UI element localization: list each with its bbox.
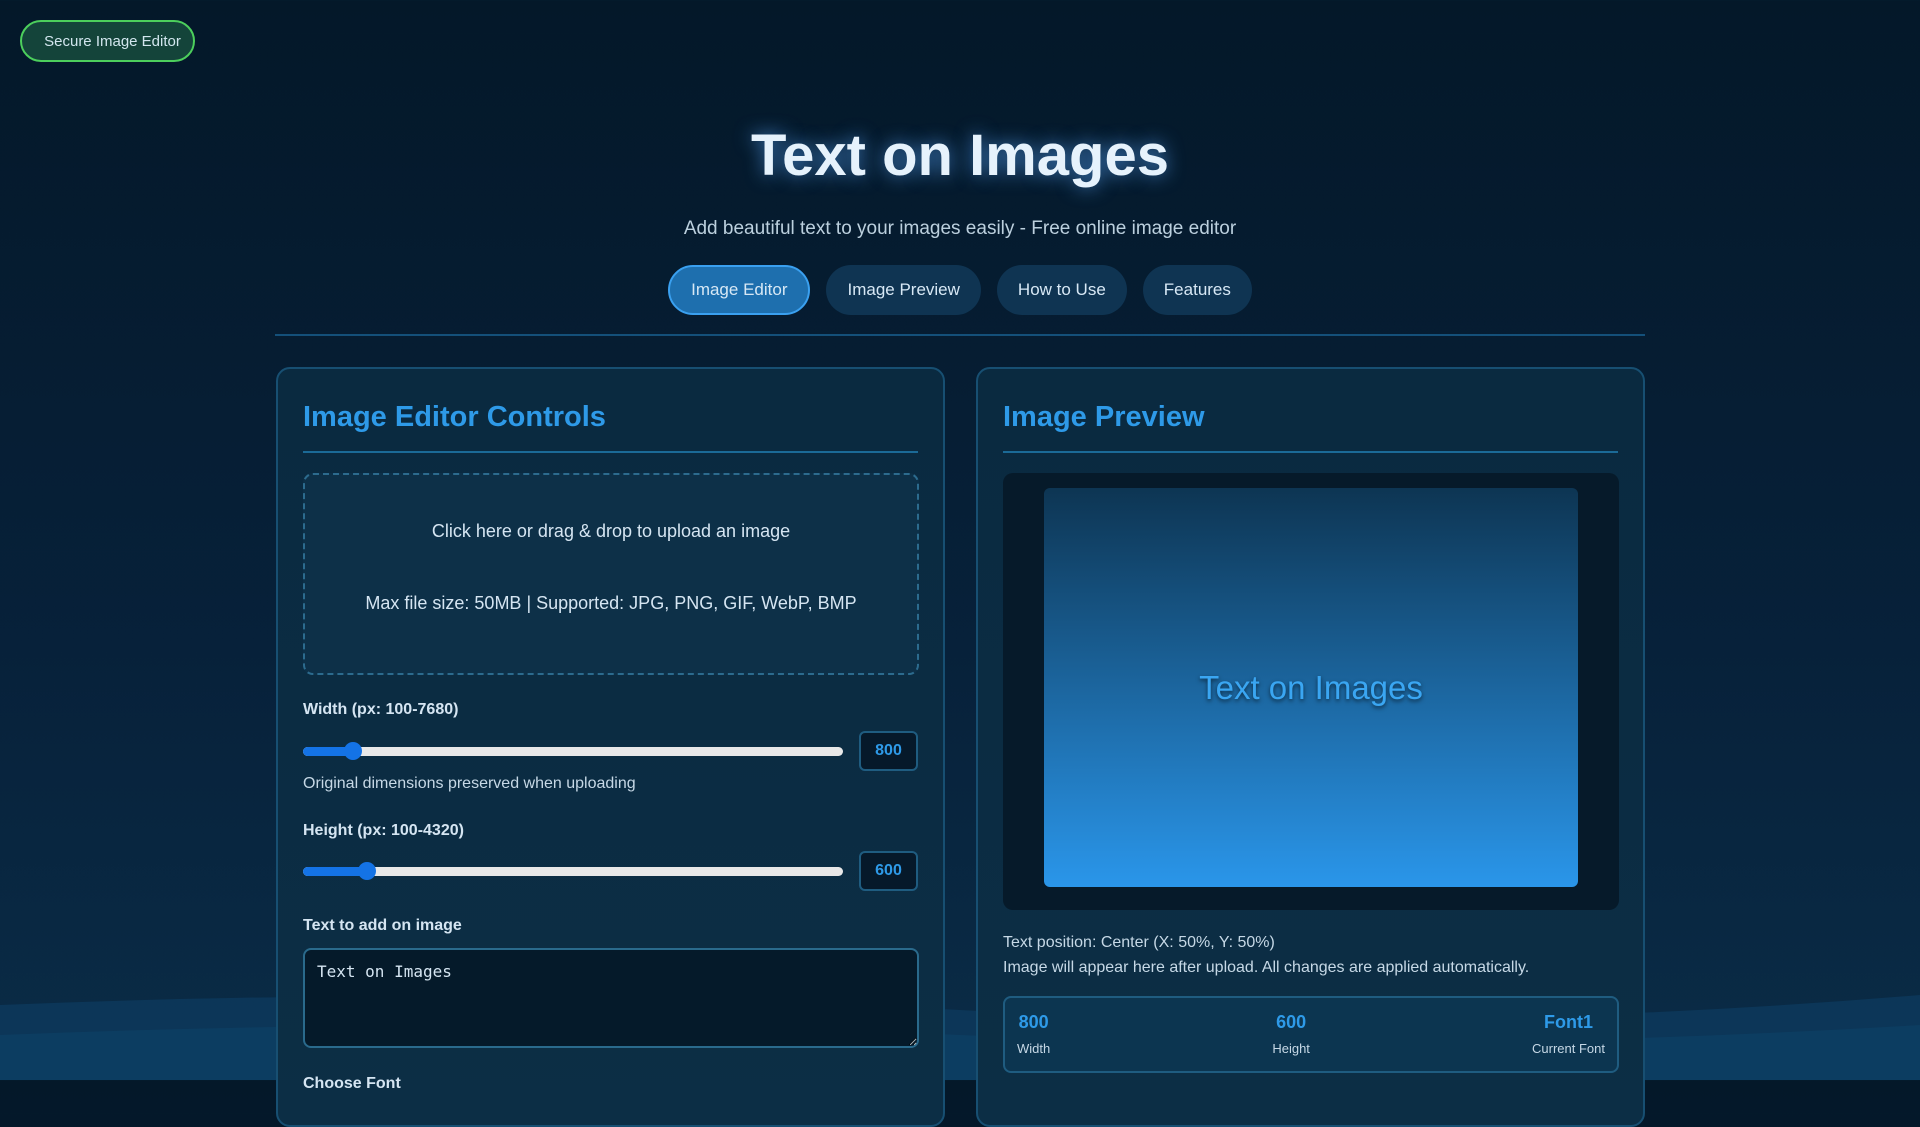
editor-controls-panel: Image Editor Controls Click here or drag… [276, 367, 945, 1127]
heading-divider [1003, 451, 1618, 453]
page-subtitle: Add beautiful text to your images easily… [683, 218, 1237, 239]
slider-thumb[interactable] [357, 862, 376, 880]
stat-value: 800 [1018, 1012, 1049, 1032]
upload-limits: Max file size: 50MB | Supported: JPG, PN… [365, 593, 857, 613]
stats-box: 800 Width 600 Height Font1 Current Font [1003, 996, 1619, 1073]
panel-heading: Image Editor Controls [303, 401, 606, 433]
preview-canvas[interactable]: Text on Images [1044, 488, 1578, 887]
upload-instruction: Click here or drag & drop to upload an i… [431, 521, 791, 541]
height-slider[interactable] [303, 862, 843, 880]
text-position: Text position: Center (X: 50%, Y: 50%) [1003, 934, 1275, 951]
stat-height: 600 Height [1272, 1012, 1310, 1071]
heading-divider [303, 451, 918, 453]
secure-badge[interactable]: Secure Image Editor [20, 20, 195, 62]
tab-how-to-use[interactable]: How to Use [996, 265, 1127, 315]
tab-image-preview[interactable]: Image Preview [826, 265, 981, 315]
stat-label: Height [1272, 1041, 1310, 1056]
preview-frame: Text on Images [1003, 473, 1619, 910]
tab-features[interactable]: Features [1142, 265, 1252, 315]
text-input[interactable]: Text on Images [303, 948, 919, 1048]
stat-label: Width [1017, 1041, 1051, 1056]
stat-font: Font1 Current Font [1532, 1012, 1605, 1071]
stat-value: Font1 [1543, 1012, 1593, 1032]
text-label: Text to add on image [303, 917, 462, 934]
nav-tabs: Image Editor Image Preview How to Use Fe… [0, 265, 1920, 315]
image-preview-panel: Image Preview Text on Images Text positi… [976, 367, 1645, 1127]
page-title: Text on Images [751, 123, 1169, 188]
width-input[interactable]: 800 [859, 731, 918, 771]
stat-width: 800 Width [1017, 1012, 1050, 1071]
width-hint: Original dimensions preserved when uploa… [303, 775, 636, 792]
width-slider[interactable] [303, 742, 843, 760]
stat-value: 600 [1276, 1012, 1307, 1032]
height-label: Height (px: 100-4320) [303, 822, 464, 839]
preview-info: Image will appear here after upload. All… [1003, 959, 1530, 976]
tab-image-editor[interactable]: Image Editor [668, 265, 811, 315]
upload-dropzone[interactable]: Click here or drag & drop to upload an i… [303, 473, 919, 675]
stat-label: Current Font [1532, 1041, 1605, 1056]
font-label: Choose Font [303, 1075, 401, 1092]
width-label: Width (px: 100-7680) [303, 701, 459, 718]
slider-thumb[interactable] [343, 742, 362, 760]
panel-heading: Image Preview [1003, 401, 1205, 433]
divider [275, 334, 1645, 336]
height-input[interactable]: 600 [859, 851, 918, 891]
